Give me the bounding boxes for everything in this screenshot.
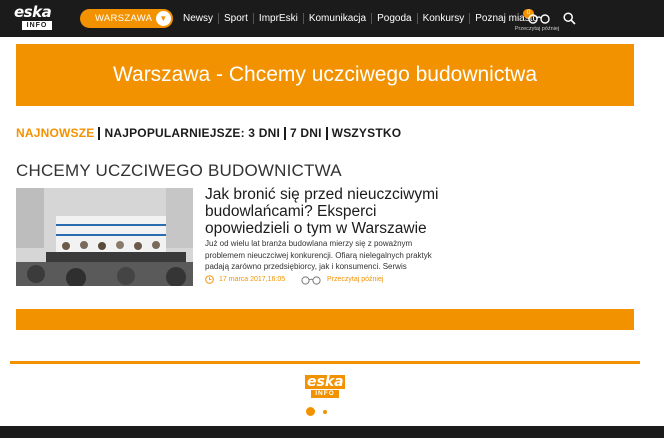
filter-wszystko[interactable]: WSZYSTKO (325, 127, 406, 140)
orange-ad-strip (16, 309, 634, 330)
glasses-icon[interactable] (301, 276, 321, 285)
footer-logo-subtext: INFO (311, 390, 339, 398)
section-title: CHCEMY UCZCIWEGO BUDOWNICTWA (16, 161, 342, 180)
logo-text: eska (14, 3, 52, 21)
page-title-banner: Warszawa - Chcemy uczciwego budownictwa (16, 44, 634, 106)
city-select-value: WARSZAWA (95, 13, 153, 24)
nav-item-pogoda[interactable]: Pogoda (371, 13, 416, 24)
page-title: Warszawa - Chcemy uczciwego budownictwa (112, 63, 538, 86)
carousel-dot[interactable] (323, 409, 327, 414)
article-date: 17 marca 2017,16:05 (219, 276, 286, 283)
filter-7-dni[interactable]: 7 DNI (283, 127, 326, 140)
read-later-button[interactable]: 0 Przeczytaj później (514, 9, 560, 35)
read-later-link[interactable]: Przeczytaj później (327, 276, 383, 283)
read-later-label: Przeczytaj później (514, 26, 560, 32)
top-navigation-bar: eska INFO WARSZAWA ▼ Newsy Sport ImprEsk… (0, 0, 664, 37)
filter-najpopularniejsze-3-dni[interactable]: NAJPOPULARNIEJSZE: 3 DNI (98, 127, 284, 140)
footer-logo-text: eska (305, 374, 345, 390)
logo-subtext: INFO (22, 21, 52, 30)
article-thumbnail[interactable] (16, 188, 193, 286)
article-title[interactable]: Jak bronić się przed nieuczciwymi budowl… (205, 186, 440, 237)
city-select[interactable]: WARSZAWA ▼ (80, 9, 173, 28)
search-icon[interactable] (563, 12, 576, 25)
nav-item-impreski[interactable]: ImprEski (252, 13, 303, 24)
carousel-dots (306, 407, 327, 416)
article-lead: Już od wielu lat branża budowlana mierzy… (205, 239, 432, 271)
footer-eska-info-logo[interactable]: eska INFO (305, 375, 345, 402)
clock-icon (205, 275, 214, 284)
nav-item-sport[interactable]: Sport (218, 13, 253, 24)
sort-filter-bar: NAJNOWSZE NAJPOPULARNIEJSZE: 3 DNI 7 DNI… (16, 126, 405, 141)
main-nav: Newsy Sport ImprEski Komunikacja Pogoda … (183, 0, 543, 37)
nav-item-konkursy[interactable]: Konkursy (416, 13, 470, 24)
footer-divider (10, 361, 640, 364)
bottom-bar (0, 426, 664, 438)
nav-item-newsy[interactable]: Newsy (183, 13, 218, 24)
press-conference-photo (16, 188, 193, 286)
eska-info-logo[interactable]: eska INFO (14, 5, 58, 32)
filter-najnowsze[interactable]: NAJNOWSZE (16, 127, 98, 140)
glasses-icon (528, 14, 550, 24)
chevron-down-icon: ▼ (156, 11, 171, 26)
carousel-dot-active[interactable] (306, 407, 315, 416)
nav-item-komunikacja[interactable]: Komunikacja (302, 13, 371, 24)
